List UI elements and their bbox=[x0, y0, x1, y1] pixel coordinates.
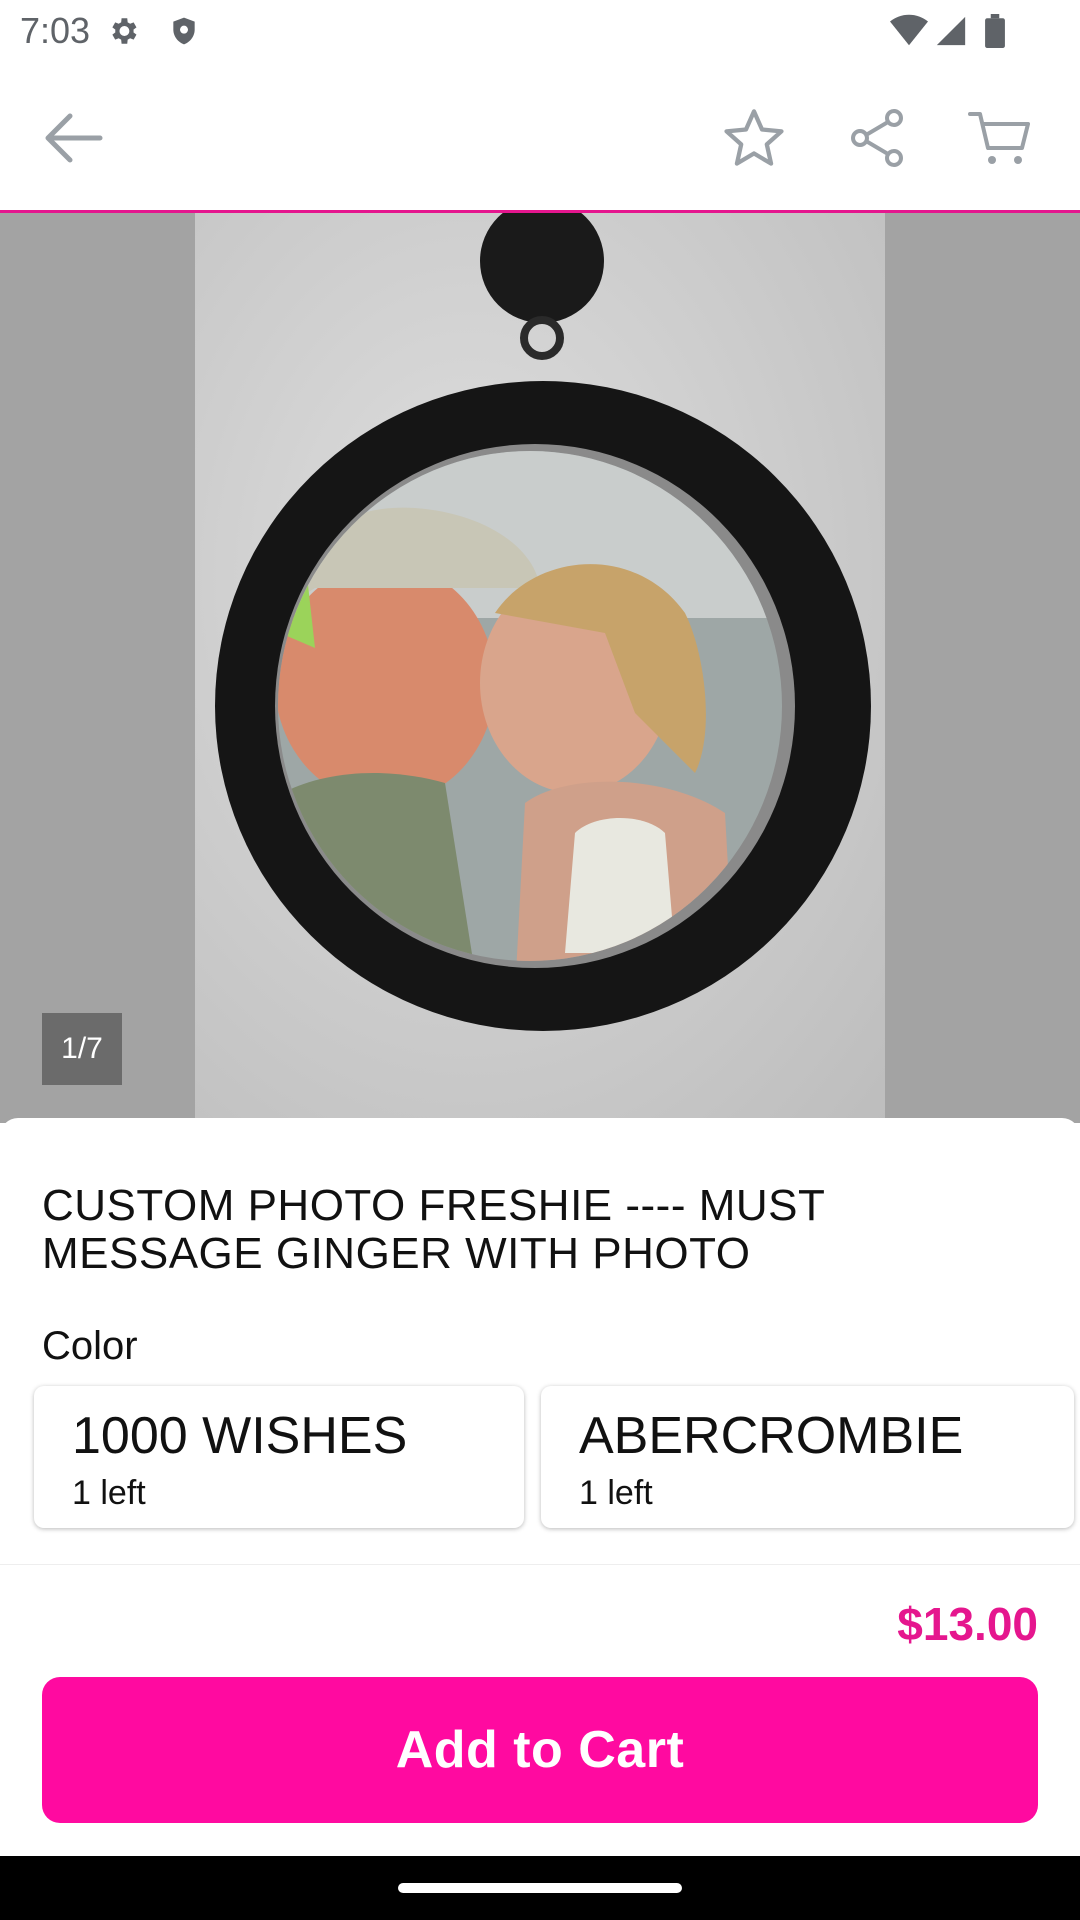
option-name: 1000 WISHES bbox=[72, 1407, 408, 1465]
status-time: 7:03 bbox=[20, 10, 91, 51]
cart-button[interactable] bbox=[960, 100, 1040, 180]
settings-icon bbox=[106, 14, 140, 53]
favorite-button[interactable] bbox=[714, 100, 794, 180]
option-name: ABERCROMBIE bbox=[579, 1407, 964, 1465]
home-gesture-handle[interactable] bbox=[398, 1883, 682, 1893]
add-to-cart-button[interactable]: Add to Cart bbox=[42, 1677, 1038, 1823]
color-option-1000-wishes[interactable]: 1000 WISHES 1 left bbox=[34, 1386, 524, 1528]
signal-icon bbox=[934, 14, 968, 53]
product-title: CUSTOM PHOTO FRESHIE ---- MUST MESSAGE G… bbox=[42, 1181, 825, 1278]
option-stock: 1 left bbox=[72, 1474, 146, 1512]
shield-icon bbox=[168, 14, 200, 53]
cart-icon bbox=[968, 108, 1032, 173]
color-label: Color bbox=[42, 1324, 138, 1368]
color-option-abercrombie[interactable]: ABERCROMBIE 1 left bbox=[541, 1386, 1074, 1528]
back-button[interactable] bbox=[32, 100, 112, 180]
wifi-icon bbox=[890, 14, 928, 53]
product-image-gallery[interactable]: 1/7 bbox=[0, 213, 1080, 1123]
star-icon bbox=[722, 107, 786, 174]
product-details: CUSTOM PHOTO FRESHIE ---- MUST MESSAGE G… bbox=[0, 1118, 1080, 1568]
share-button[interactable] bbox=[838, 100, 918, 180]
purchase-footer: $13.00 Add to Cart bbox=[0, 1564, 1080, 1857]
battery-icon bbox=[984, 14, 1006, 53]
product-price: $13.00 bbox=[897, 1598, 1038, 1650]
back-arrow-icon bbox=[40, 110, 104, 171]
image-counter: 1/7 bbox=[42, 1013, 122, 1085]
option-stock: 1 left bbox=[579, 1474, 653, 1512]
product-toolbar bbox=[0, 64, 1080, 213]
product-photo bbox=[195, 213, 885, 1123]
share-icon bbox=[848, 108, 908, 173]
status-bar: 7:03 bbox=[0, 0, 1080, 64]
system-navigation-bar bbox=[0, 1856, 1080, 1920]
